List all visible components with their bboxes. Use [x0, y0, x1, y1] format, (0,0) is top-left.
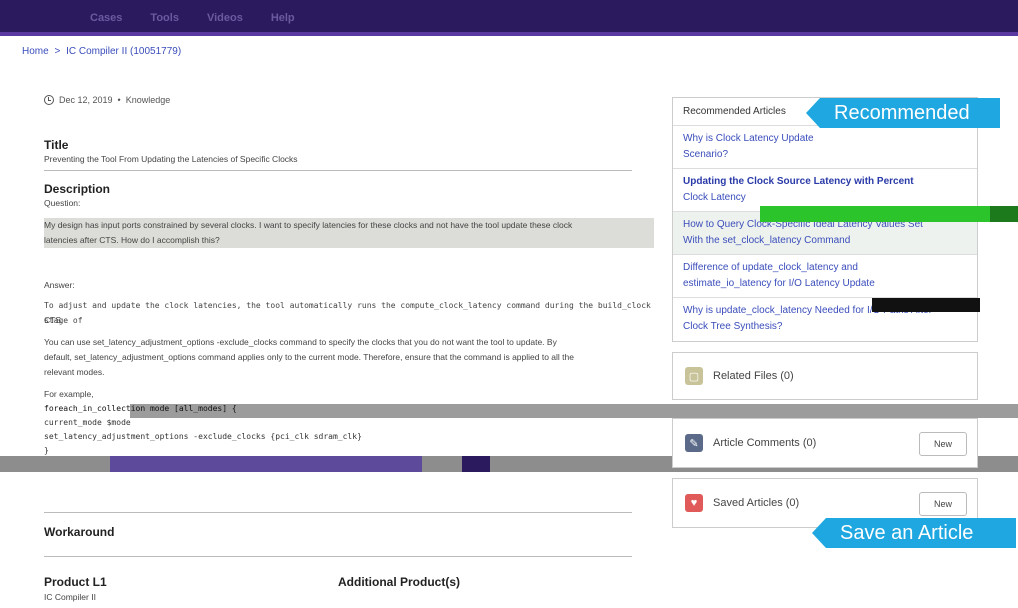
glitch-bar	[872, 298, 980, 312]
question-line-2: latencies after CTS. How do I accomplish…	[44, 233, 654, 248]
glitch-bar	[110, 456, 422, 472]
code-line-3: set_latency_adjustment_options -exclude_…	[44, 432, 362, 441]
related-files-box[interactable]: ▢ Related Files (0)	[672, 352, 978, 400]
answer-p2-line-2: default, set_latency_adjustment_options …	[44, 352, 574, 362]
recommended-item-line-1: Difference of update_clock_latency and	[683, 262, 858, 273]
workaround-heading: Workaround	[44, 525, 115, 539]
recommended-item-line-1: Why is Clock Latency Update	[683, 133, 814, 144]
wrench-icon: ✎	[685, 434, 703, 452]
question-line-1: My design has input ports constrained by…	[44, 218, 654, 233]
recommended-item-line-2: With the set_clock_latency Command	[683, 235, 851, 246]
answer-label: Answer:	[44, 280, 75, 290]
divider	[44, 556, 632, 557]
breadcrumb: Home > IC Compiler II (10051779)	[22, 46, 184, 57]
code-line-1: foreach_in_collection mode [all_modes] {	[44, 404, 237, 413]
heart-icon: ♥	[685, 494, 703, 512]
meta-dot: •	[117, 95, 121, 105]
answer-p2-line-3: relevant modes.	[44, 367, 105, 377]
code-line-2: current_mode $mode	[44, 418, 131, 427]
title-text: Preventing the Tool From Updating the La…	[44, 154, 298, 164]
recommended-item-line-1: Updating the Clock Source Latency with P…	[683, 176, 914, 187]
glitch-bar	[990, 206, 1018, 222]
code-line-4: }	[44, 446, 49, 455]
clock-icon	[44, 95, 54, 105]
answer-p1-line-2: CTS.	[44, 315, 64, 325]
recommended-item-line-2: Clock Tree Synthesis?	[683, 321, 783, 332]
recommended-item[interactable]: Why is Clock Latency Update Scenario?	[673, 126, 977, 169]
glitch-bar	[130, 404, 1018, 418]
nav-item-tools[interactable]: Tools	[150, 12, 179, 24]
folder-icon: ▢	[685, 367, 703, 385]
breadcrumb-current[interactable]: IC Compiler II (10051779)	[66, 46, 181, 57]
top-nav: Cases Tools Videos Help	[90, 12, 295, 24]
description-heading: Description	[44, 182, 111, 196]
nav-item-videos[interactable]: Videos	[207, 12, 243, 24]
product-l1-heading: Product L1	[44, 575, 107, 589]
product-l1-value: IC Compiler II	[44, 592, 96, 602]
divider	[44, 170, 632, 171]
recommended-item-line-2: Clock Latency	[683, 192, 746, 203]
nav-item-cases[interactable]: Cases	[90, 12, 122, 24]
new-comment-button[interactable]: New	[919, 432, 967, 456]
breadcrumb-separator: >	[54, 46, 61, 57]
article-date: Dec 12, 2019	[59, 95, 113, 105]
glitch-bar	[760, 206, 1018, 222]
recommended-item-line-2: Scenario?	[683, 149, 729, 160]
article-type: Knowledge	[125, 95, 171, 105]
nav-item-help[interactable]: Help	[271, 12, 295, 24]
save-article-callout: Save an Article	[812, 518, 1016, 548]
related-files-label: Related Files (0)	[713, 370, 794, 382]
breadcrumb-home[interactable]: Home	[22, 46, 49, 57]
title-heading: Title	[44, 138, 69, 152]
glitch-bar	[462, 456, 490, 472]
recommended-item-line-2: estimate_io_latency for I/O Latency Upda…	[683, 278, 875, 289]
header-accent-bar	[0, 32, 1018, 36]
recommended-item[interactable]: Difference of update_clock_latency and e…	[673, 255, 977, 298]
example-label: For example,	[44, 389, 94, 399]
article-comments-label: Article Comments (0)	[713, 437, 817, 449]
answer-p2-line-1: You can use set_latency_adjustment_optio…	[44, 337, 557, 347]
question-label: Question:	[44, 198, 81, 208]
new-saved-article-button[interactable]: New	[919, 492, 967, 516]
top-navigation-bar: Cases Tools Videos Help	[0, 0, 1018, 36]
divider	[44, 512, 632, 513]
recommended-callout: Recommended	[806, 98, 1000, 128]
article-comments-box[interactable]: ✎ Article Comments (0) New	[672, 418, 978, 468]
additional-products-heading: Additional Product(s)	[338, 575, 460, 589]
article-meta: Dec 12, 2019 • Knowledge	[44, 95, 170, 105]
saved-articles-label: Saved Articles (0)	[713, 497, 800, 509]
